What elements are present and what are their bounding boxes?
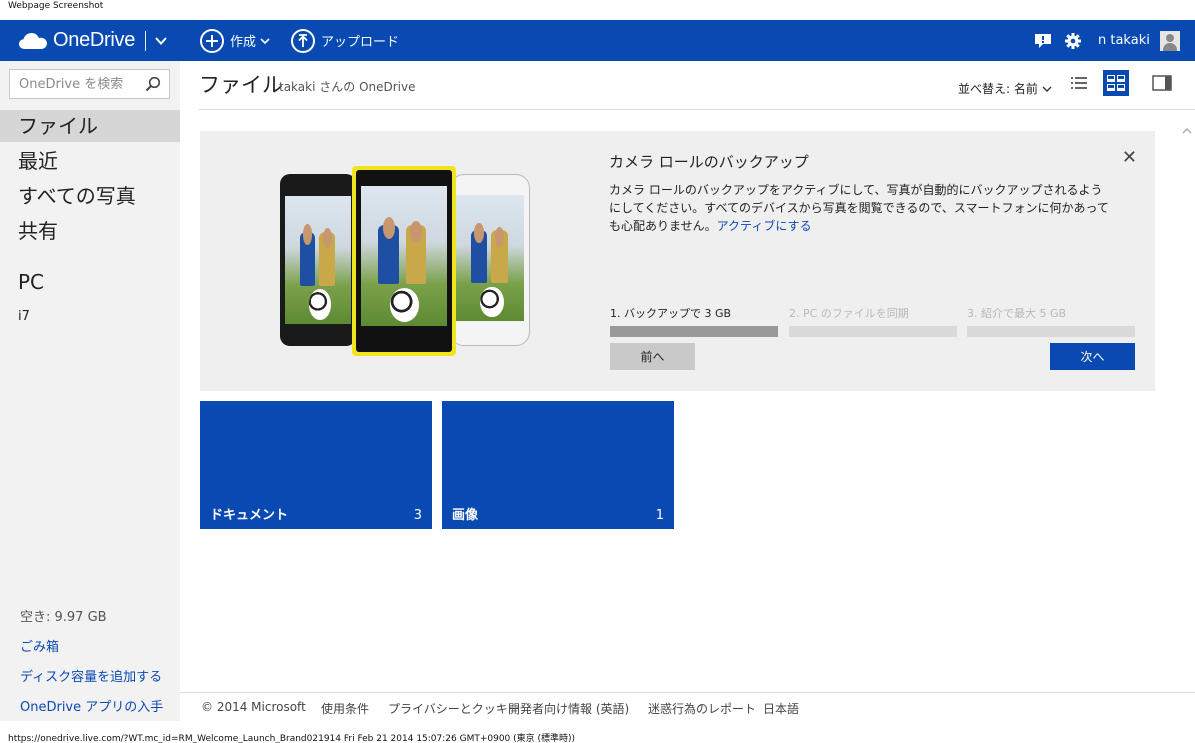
phone-right bbox=[450, 174, 530, 346]
privacy-link[interactable]: プライバシーとクッキー bbox=[388, 700, 520, 717]
sidebar-item-shared[interactable]: 共有 bbox=[0, 215, 180, 247]
tile-view-button[interactable] bbox=[1103, 70, 1129, 96]
brand-name: OneDrive bbox=[53, 29, 136, 51]
chevron-down-icon bbox=[260, 37, 270, 44]
tiles-icon bbox=[1107, 75, 1125, 91]
step-3: 3. 紹介で最大 5 GB bbox=[967, 305, 1135, 337]
language-link[interactable]: 日本語 bbox=[763, 700, 799, 717]
step-1-label: 1. バックアップで 3 GB bbox=[610, 307, 732, 320]
report-abuse-link[interactable]: 迷惑行為のレポート bbox=[648, 700, 756, 717]
vertical-scrollbar[interactable] bbox=[1179, 125, 1195, 715]
chevron-down-icon bbox=[1042, 86, 1052, 92]
step-1-bar bbox=[610, 326, 778, 337]
search-input[interactable] bbox=[10, 70, 138, 98]
plus-icon bbox=[200, 28, 224, 53]
tile-name: 画像 bbox=[452, 508, 479, 523]
activate-link[interactable]: アクティブにする bbox=[717, 219, 812, 233]
create-button[interactable]: 作成 bbox=[200, 20, 270, 61]
sidebar: ファイル 最近 すべての写真 共有 PC i7 空き: 9.97 GB ごみ箱 … bbox=[0, 61, 180, 721]
step-2: 2. PC のファイルを同期 bbox=[789, 305, 957, 337]
scroll-up-icon[interactable] bbox=[1181, 125, 1193, 137]
terms-link[interactable]: 使用条件 bbox=[321, 700, 369, 717]
user-name: n takaki bbox=[1098, 33, 1150, 48]
folder-tile-pictures[interactable]: 画像 1 bbox=[442, 401, 674, 529]
feedback-button[interactable] bbox=[1034, 20, 1052, 61]
header-divider bbox=[199, 109, 1195, 110]
status-bar: https://onedrive.live.com/?WT.mc_id=RM_W… bbox=[8, 734, 576, 743]
top-bar: OneDrive 作成 アップロード n takaki bbox=[0, 20, 1195, 61]
screenshot-caption: Webpage Screenshot bbox=[8, 1, 104, 11]
feedback-icon bbox=[1035, 33, 1051, 48]
brand[interactable]: OneDrive bbox=[19, 20, 168, 61]
step-1: 1. バックアップで 3 GB bbox=[610, 305, 778, 337]
sort-dropdown[interactable]: 並べ替え: 名前 bbox=[958, 80, 1052, 97]
copyright: © 2014 Microsoft bbox=[201, 700, 306, 714]
get-apps-link[interactable]: OneDrive アプリの入手 bbox=[20, 696, 163, 715]
tile-count: 3 bbox=[413, 508, 422, 523]
page-title: ファイル bbox=[199, 73, 283, 97]
sidebar-item-recent[interactable]: 最近 bbox=[0, 145, 180, 177]
prev-button[interactable]: 前へ bbox=[610, 343, 695, 370]
sidebar-item-pc-i7[interactable]: i7 bbox=[18, 309, 30, 324]
next-button[interactable]: 次へ bbox=[1050, 343, 1135, 370]
free-space-label: 空き: 9.97 GB bbox=[20, 610, 107, 625]
recycle-bin-link[interactable]: ごみ箱 bbox=[20, 636, 59, 655]
tile-count: 1 bbox=[655, 508, 664, 523]
close-icon[interactable]: ✕ bbox=[1122, 147, 1137, 168]
tile-name: ドキュメント bbox=[210, 508, 289, 523]
upload-label: アップロード bbox=[321, 35, 400, 50]
developers-link[interactable]: 開発者向け情報 (英語) bbox=[508, 700, 629, 717]
phones-image bbox=[280, 166, 530, 356]
upload-icon bbox=[291, 28, 315, 53]
phone-left bbox=[280, 174, 356, 346]
main-content: ファイル takaki さんの OneDrive 並べ替え: 名前 ✕ カメラ … bbox=[180, 61, 1195, 721]
sidebar-pc-heading: PC bbox=[18, 270, 45, 294]
folder-tile-documents[interactable]: ドキュメント 3 bbox=[200, 401, 432, 529]
cloud-icon bbox=[19, 32, 47, 49]
details-pane-button[interactable] bbox=[1149, 70, 1175, 96]
step-2-bar bbox=[789, 326, 957, 337]
list-icon bbox=[1071, 77, 1087, 89]
search-icon[interactable] bbox=[145, 76, 161, 92]
step-2-label: 2. PC のファイルを同期 bbox=[789, 307, 909, 320]
upload-button[interactable]: アップロード bbox=[291, 20, 399, 61]
camera-backup-promo: ✕ カメラ ロールのバックアップ カメラ ロールのバックアップをアクティブにして… bbox=[200, 131, 1155, 391]
list-view-button[interactable] bbox=[1066, 70, 1092, 96]
create-label: 作成 bbox=[230, 35, 257, 50]
phone-center bbox=[352, 166, 456, 356]
sidebar-item-files[interactable]: ファイル bbox=[0, 110, 180, 142]
step-3-bar bbox=[967, 326, 1135, 337]
gear-icon bbox=[1065, 32, 1081, 49]
add-storage-link[interactable]: ディスク容量を追加する bbox=[20, 666, 162, 685]
chevron-down-icon[interactable] bbox=[154, 34, 168, 48]
page-subtitle: takaki さんの OneDrive bbox=[279, 80, 416, 94]
sidebar-item-all-photos[interactable]: すべての写真 bbox=[0, 180, 180, 212]
promo-text: カメラ ロールのバックアップをアクティブにして、写真が自動的にバックアップされる… bbox=[609, 181, 1109, 235]
promo-body: カメラ ロールのバックアップをアクティブにして、写真が自動的にバックアップされる… bbox=[609, 183, 1109, 233]
details-pane-icon bbox=[1152, 75, 1172, 91]
promo-title: カメラ ロールのバックアップ bbox=[609, 153, 809, 171]
user-menu[interactable]: n takaki bbox=[1098, 20, 1180, 61]
avatar bbox=[1159, 30, 1180, 51]
step-3-label: 3. 紹介で最大 5 GB bbox=[967, 307, 1067, 320]
sort-label: 並べ替え: 名前 bbox=[958, 82, 1038, 96]
footer: © 2014 Microsoft 使用条件 プライバシーとクッキー 開発者向け情… bbox=[180, 692, 1195, 720]
search-box bbox=[9, 69, 170, 99]
settings-button[interactable] bbox=[1064, 20, 1082, 61]
brand-divider bbox=[145, 30, 147, 51]
